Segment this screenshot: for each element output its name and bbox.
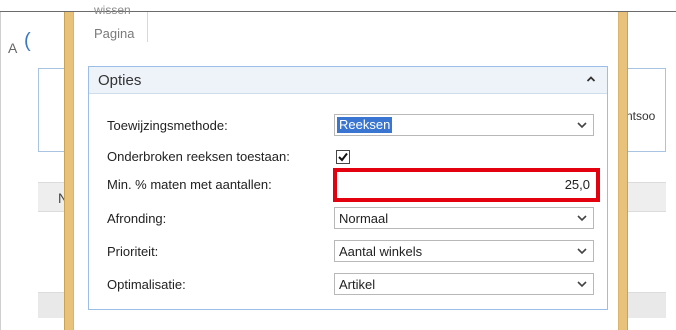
ribbon-action-label[interactable]: wissen [94,3,131,17]
dialog-frame-right [618,12,628,330]
left-edge [0,12,1,330]
chevron-down-icon [577,281,587,288]
background-text-fragment: A [8,40,18,56]
priority-value: Aantal winkels [339,244,423,259]
ribbon-group-label: Pagina [94,26,135,41]
chevron-up-icon[interactable] [584,72,598,86]
optimization-label: Optimalisatie: [107,277,186,292]
background-link-fragment: ( [24,30,31,52]
rounding-label: Afronding: [107,211,167,226]
options-fasttab: Opties Toewijzingsmethode: Reeksen Onder… [88,66,608,310]
chevron-down-icon [577,122,587,129]
ribbon-divider [147,12,148,42]
fasttab-title: Opties [98,72,142,89]
fasttab-header[interactable]: Opties [89,67,607,94]
background-text-fragment: ntsoo [626,109,656,123]
chevron-down-icon [577,215,587,222]
assignment-method-label: Toewijzingsmethode: [107,118,228,133]
chevron-down-icon [577,248,587,255]
assignment-method-select[interactable]: Reeksen [334,114,594,136]
priority-select[interactable]: Aantal winkels [334,240,594,262]
rounding-select[interactable]: Normaal [334,207,594,229]
rounding-value: Normaal [339,211,389,226]
dialog-frame-left [64,12,74,330]
allow-broken-series-label: Onderbroken reeksen toestaan: [107,149,290,164]
optimization-select[interactable]: Artikel [334,273,594,295]
optimization-value: Artikel [339,277,376,292]
min-sizes-pct-label: Min. % maten met aantallen: [107,177,272,192]
allow-broken-series-checkbox[interactable] [336,150,350,164]
assignment-method-value: Reeksen [337,117,393,133]
min-sizes-pct-input[interactable]: 25,0 [334,173,597,195]
min-sizes-pct-value: 25,0 [564,177,590,192]
checkmark-icon [338,152,348,162]
priority-label: Prioriteit: [107,244,159,259]
